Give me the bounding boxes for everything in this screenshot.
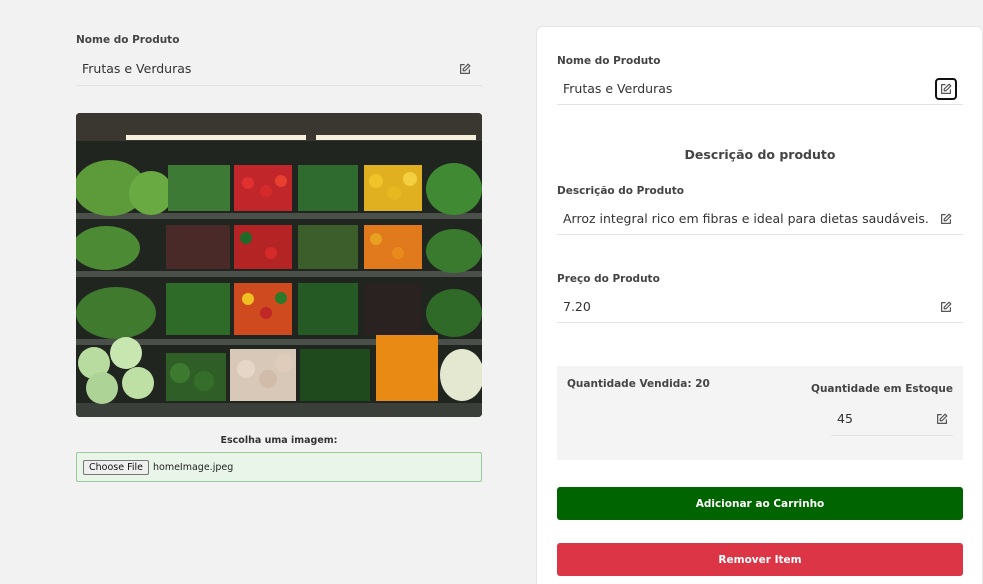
file-name: homeImage.jpeg [153,461,234,473]
edit-icon[interactable] [935,208,957,230]
description-label: Descrição do Produto [557,185,684,197]
edit-icon[interactable] [935,77,957,100]
edit-icon[interactable] [454,58,476,80]
file-input-label: Escolha uma imagem: [220,435,338,446]
stock-value: 45 [837,411,853,426]
description-value: Arroz integral rico em fibras e ideal pa… [563,211,929,226]
product-name-label: Nome do Produto [76,34,180,46]
card-product-name-label: Nome do Produto [557,55,661,67]
product-image [76,113,482,417]
product-name-row: Frutas e Verduras [76,52,482,86]
product-name-value: Frutas e Verduras [82,61,192,76]
choose-file-button[interactable]: Choose File [83,459,149,475]
file-input[interactable]: Choose File homeImage.jpeg [76,452,482,482]
card-product-name-value: Frutas e Verduras [563,81,673,96]
edit-icon[interactable] [931,408,953,430]
description-row: Arroz integral rico em fibras e ideal pa… [557,203,963,235]
stock-row: 45 [831,402,953,436]
stock-panel: Quantidade Vendida: 20 Quantidade em Est… [557,366,963,460]
product-details-card: Nome do Produto Frutas e Verduras Descri… [536,26,983,584]
remove-item-button[interactable]: Remover Item [557,543,963,576]
edit-icon[interactable] [935,296,957,318]
quantity-sold: Quantidade Vendida: 20 [567,378,710,390]
price-row: 7.20 [557,291,963,323]
card-product-name-row: Frutas e Verduras [557,73,963,105]
price-label: Preço do Produto [557,273,660,285]
section-title: Descrição do produto [684,147,836,162]
add-to-cart-button[interactable]: Adicionar ao Carrinho [557,487,963,520]
stock-label: Quantidade em Estoque [811,383,953,395]
price-value: 7.20 [563,299,591,314]
